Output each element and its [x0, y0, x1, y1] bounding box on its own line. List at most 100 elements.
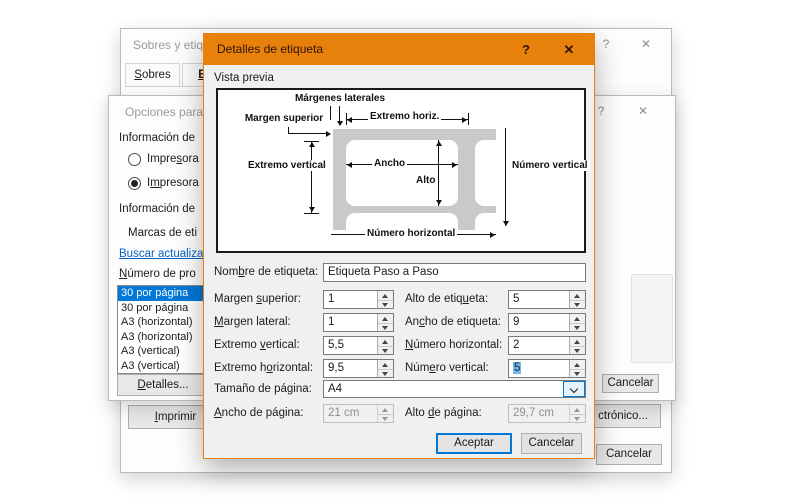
spin-down-button[interactable]: [570, 299, 585, 309]
tamano-pagina-label: Tamaño de página:: [214, 383, 312, 395]
buscar-actualizaciones-link[interactable]: Buscar actualiza: [119, 248, 203, 260]
spin-up-button: [378, 405, 393, 414]
diagram-margenes-laterales-label: Márgenes laterales: [288, 93, 392, 104]
spin-down-button: [570, 413, 585, 423]
numero-producto-label: Número de pro: [119, 268, 196, 280]
margen-superior-spinner[interactable]: 1: [323, 290, 394, 309]
extremo-horizontal-label: Extremo horizontal:: [214, 362, 314, 374]
close-icon[interactable]: ✕: [626, 100, 660, 122]
cancel-button[interactable]: Cancelar: [521, 433, 582, 454]
radio-impresora-paginas[interactable]: [128, 177, 141, 190]
spin-up-icon: [382, 293, 388, 298]
spin-down-icon: [382, 303, 388, 307]
dialog-detalles-de-etiqueta: Detalles de etiqueta ? ✕ Vista previa Má…: [203, 33, 595, 459]
label-cell: [475, 140, 496, 206]
selected-text: 5: [513, 362, 522, 374]
margen-lateral-spinner[interactable]: 1: [323, 313, 394, 332]
diagram-numero-horizontal-label: Número horizontal: [365, 228, 458, 239]
spin-up-icon: [382, 407, 388, 412]
spin-down-icon: [382, 372, 388, 376]
detalles-button[interactable]: Detalles...: [117, 374, 209, 396]
extremo-vertical-label: Extremo vertical:: [214, 339, 300, 351]
screen: Sobres y etiqu ? ✕ Sobres Et Imprimir ct…: [0, 0, 800, 500]
spin-down-icon: [574, 326, 580, 330]
label-cell: [346, 140, 458, 206]
spin-down-button[interactable]: [570, 368, 585, 378]
radio-impresora-continua-label: Impresora: [147, 153, 199, 165]
close-icon[interactable]: ✕: [629, 33, 663, 55]
spin-up-button[interactable]: [378, 360, 393, 369]
spin-down-button[interactable]: [570, 322, 585, 332]
dropdown-button[interactable]: [563, 381, 585, 397]
radio-impresora-paginas-label: Impresora: [147, 177, 199, 189]
diagram-ancho-label: Ancho: [372, 158, 408, 169]
spin-up-icon: [382, 339, 388, 344]
spin-up-button[interactable]: [570, 291, 585, 300]
numero-vertical-spinner[interactable]: 5: [508, 359, 586, 378]
spin-down-button[interactable]: [378, 368, 393, 378]
numero-horizontal-spinner[interactable]: 2: [508, 336, 586, 355]
spin-up-icon: [574, 407, 580, 412]
tamano-pagina-dropdown[interactable]: A4: [323, 380, 586, 398]
alto-pagina-label: Alto de página:: [405, 407, 482, 419]
spin-down-icon: [574, 349, 580, 353]
ancho-etiqueta-label: Ancho de etiqueta:: [405, 316, 501, 328]
numero-vertical-label: Número vertical:: [405, 362, 489, 374]
spin-up-icon: [382, 316, 388, 321]
spin-up-button: [570, 405, 585, 414]
spin-down-icon: [574, 372, 580, 376]
diagram-extremo-vertical-label: Extremo vertical: [246, 160, 328, 171]
spin-up-icon: [574, 316, 580, 321]
spin-down-button: [378, 413, 393, 423]
ancho-etiqueta-spinner[interactable]: 9: [508, 313, 586, 332]
spin-up-icon: [382, 362, 388, 367]
nombre-etiqueta-input[interactable]: Etiqueta Paso a Paso: [323, 263, 586, 282]
alto-etiqueta-label: Alto de etiqueta:: [405, 293, 489, 305]
margen-superior-label: Margen superior:: [214, 293, 301, 305]
informacion-etiquetas-label: Información de: [119, 203, 196, 215]
spin-down-icon: [382, 326, 388, 330]
extremo-vertical-spinner[interactable]: 5,5: [323, 336, 394, 355]
spin-down-icon: [574, 417, 580, 421]
spin-up-button[interactable]: [378, 314, 393, 323]
spin-down-button[interactable]: [378, 322, 393, 332]
label-info-panel: [631, 274, 673, 363]
aceptar-button[interactable]: Aceptar: [436, 433, 512, 454]
spin-up-button[interactable]: [378, 291, 393, 300]
label-cell: [475, 213, 496, 230]
spin-up-icon: [574, 293, 580, 298]
spin-up-icon: [574, 339, 580, 344]
dialog-title: Opciones para: [125, 105, 204, 119]
spin-down-icon: [574, 303, 580, 307]
spin-up-button[interactable]: [570, 360, 585, 369]
extremo-horizontal-spinner[interactable]: 9,5: [323, 359, 394, 378]
marcas-etiqueta-label: Marcas de eti: [128, 227, 198, 239]
close-icon[interactable]: ✕: [550, 34, 588, 65]
spin-up-icon: [574, 362, 580, 367]
help-icon[interactable]: ?: [507, 34, 545, 65]
tab-sobres[interactable]: Sobres: [125, 63, 180, 87]
informacion-impresora-label: Información de: [119, 132, 196, 144]
spin-up-button[interactable]: [570, 337, 585, 346]
spin-down-button[interactable]: [378, 345, 393, 355]
spin-down-icon: [382, 349, 388, 353]
radio-impresora-continua[interactable]: [128, 153, 141, 166]
chevron-down-icon: [569, 384, 579, 394]
alto-pagina-spinner-disabled: 29,7 cm: [508, 404, 586, 423]
nombre-etiqueta-label: Nombre de etiqueta:: [214, 266, 319, 278]
ancho-pagina-spinner-disabled: 21 cm: [323, 404, 394, 423]
cancel-button[interactable]: Cancelar: [602, 374, 659, 393]
spin-up-button[interactable]: [570, 314, 585, 323]
diagram-alto-label: Alto: [414, 175, 438, 186]
vista-previa-label: Vista previa: [214, 72, 274, 84]
label-preview-diagram: Márgenes laterales Margen superior Extre…: [216, 88, 590, 253]
alto-etiqueta-spinner[interactable]: 5: [508, 290, 586, 309]
spin-up-button[interactable]: [378, 337, 393, 346]
margen-lateral-label: Margen lateral:: [214, 316, 291, 328]
diagram-margen-superior-label: Margen superior: [238, 113, 330, 124]
spin-down-button[interactable]: [378, 299, 393, 309]
cancel-button[interactable]: Cancelar: [596, 444, 662, 465]
ancho-pagina-label: Ancho de página:: [214, 407, 304, 419]
spin-down-button[interactable]: [570, 345, 585, 355]
title-bar: Detalles de etiqueta ? ✕: [204, 34, 594, 65]
